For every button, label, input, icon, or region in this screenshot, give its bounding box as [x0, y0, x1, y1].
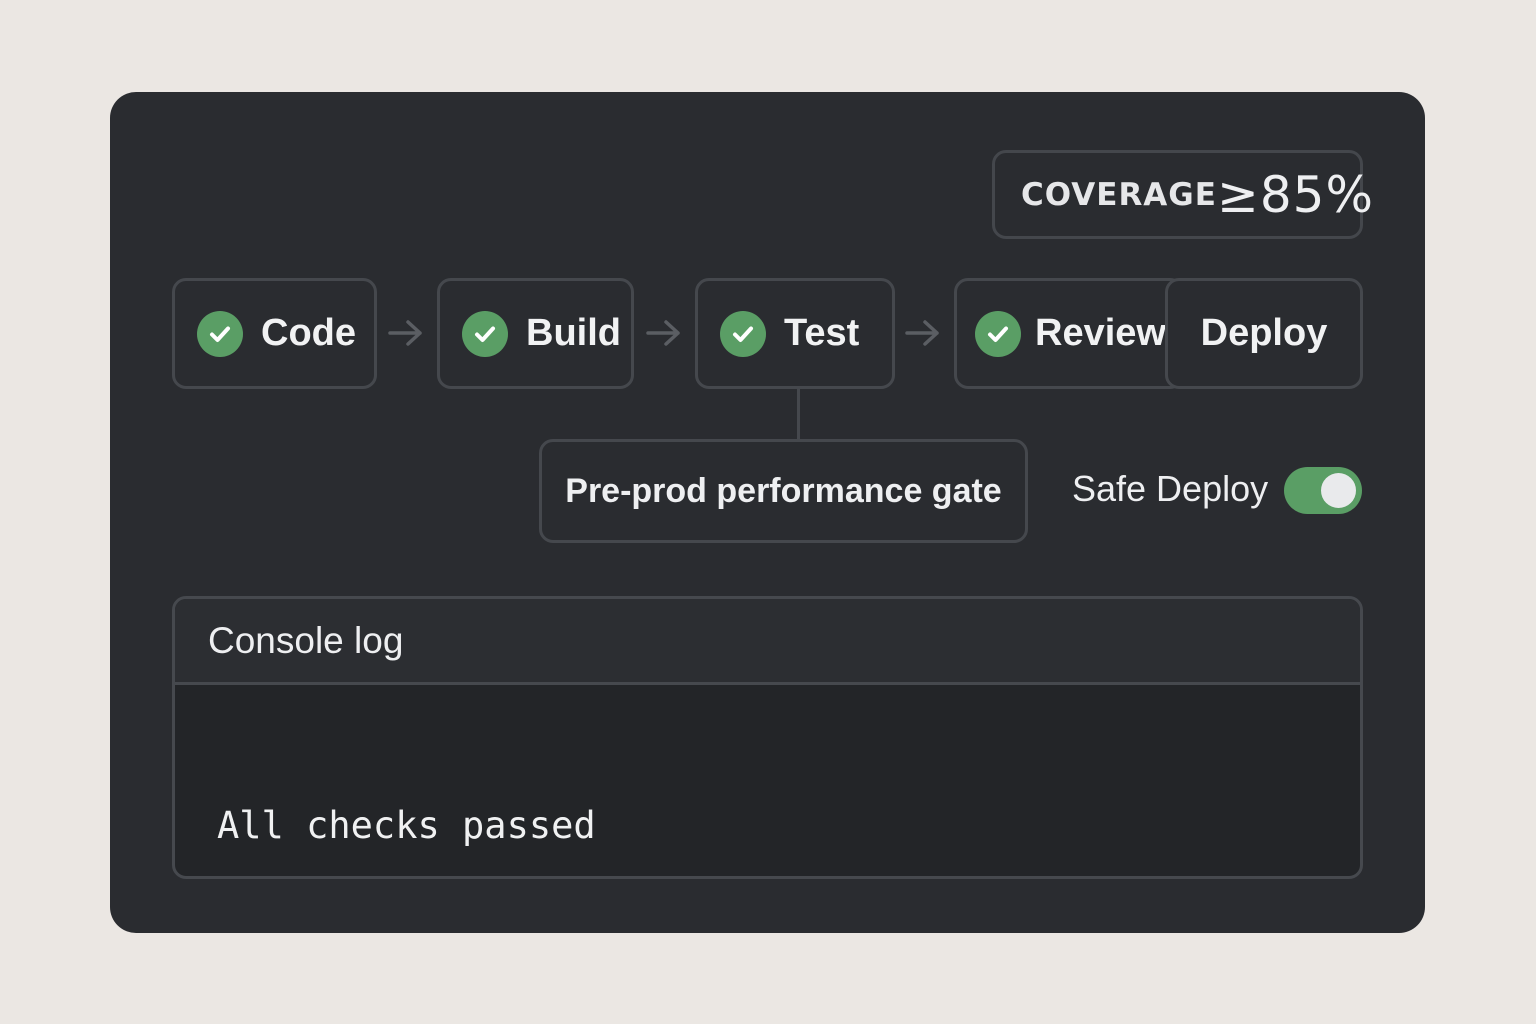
console-title: Console log [208, 619, 404, 661]
arrow-right-icon [388, 320, 422, 346]
toggle-knob [1321, 473, 1356, 508]
stage-label: Code [261, 312, 356, 354]
stage-review[interactable]: Review [954, 278, 1184, 389]
stage-code[interactable]: Code [172, 278, 377, 389]
console-body: All checks passed [175, 685, 1360, 876]
check-icon [975, 310, 1021, 357]
stage-deploy[interactable]: Deploy [1165, 278, 1363, 389]
stage-label: Deploy [1200, 312, 1328, 354]
stage-test[interactable]: Test [695, 278, 895, 389]
arrow-right-icon [905, 320, 939, 346]
stage-build[interactable]: Build [437, 278, 634, 389]
safe-deploy-toggle[interactable] [1284, 467, 1362, 514]
gate-label: Pre-prod performance gate [565, 471, 1002, 510]
arrow-right-icon [646, 320, 680, 346]
check-icon [197, 310, 243, 357]
performance-gate[interactable]: Pre-prod performance gate [539, 439, 1028, 543]
check-icon [462, 310, 508, 357]
console-line: All checks passed [217, 804, 596, 847]
coverage-badge: COVERAGE ≥85% [992, 150, 1373, 239]
gate-connector [797, 389, 800, 440]
safe-deploy-label: Safe Deploy [1072, 468, 1269, 509]
stage-label: Build [526, 312, 621, 354]
console-log: Console log All checks passed [172, 596, 1363, 879]
coverage-label: COVERAGE [1021, 176, 1217, 213]
stage-label: Test [784, 312, 860, 354]
coverage-value: ≥85% [1216, 165, 1374, 224]
console-header: Console log [175, 599, 1360, 685]
stage-label: Review [1035, 312, 1166, 354]
check-icon [720, 310, 766, 357]
